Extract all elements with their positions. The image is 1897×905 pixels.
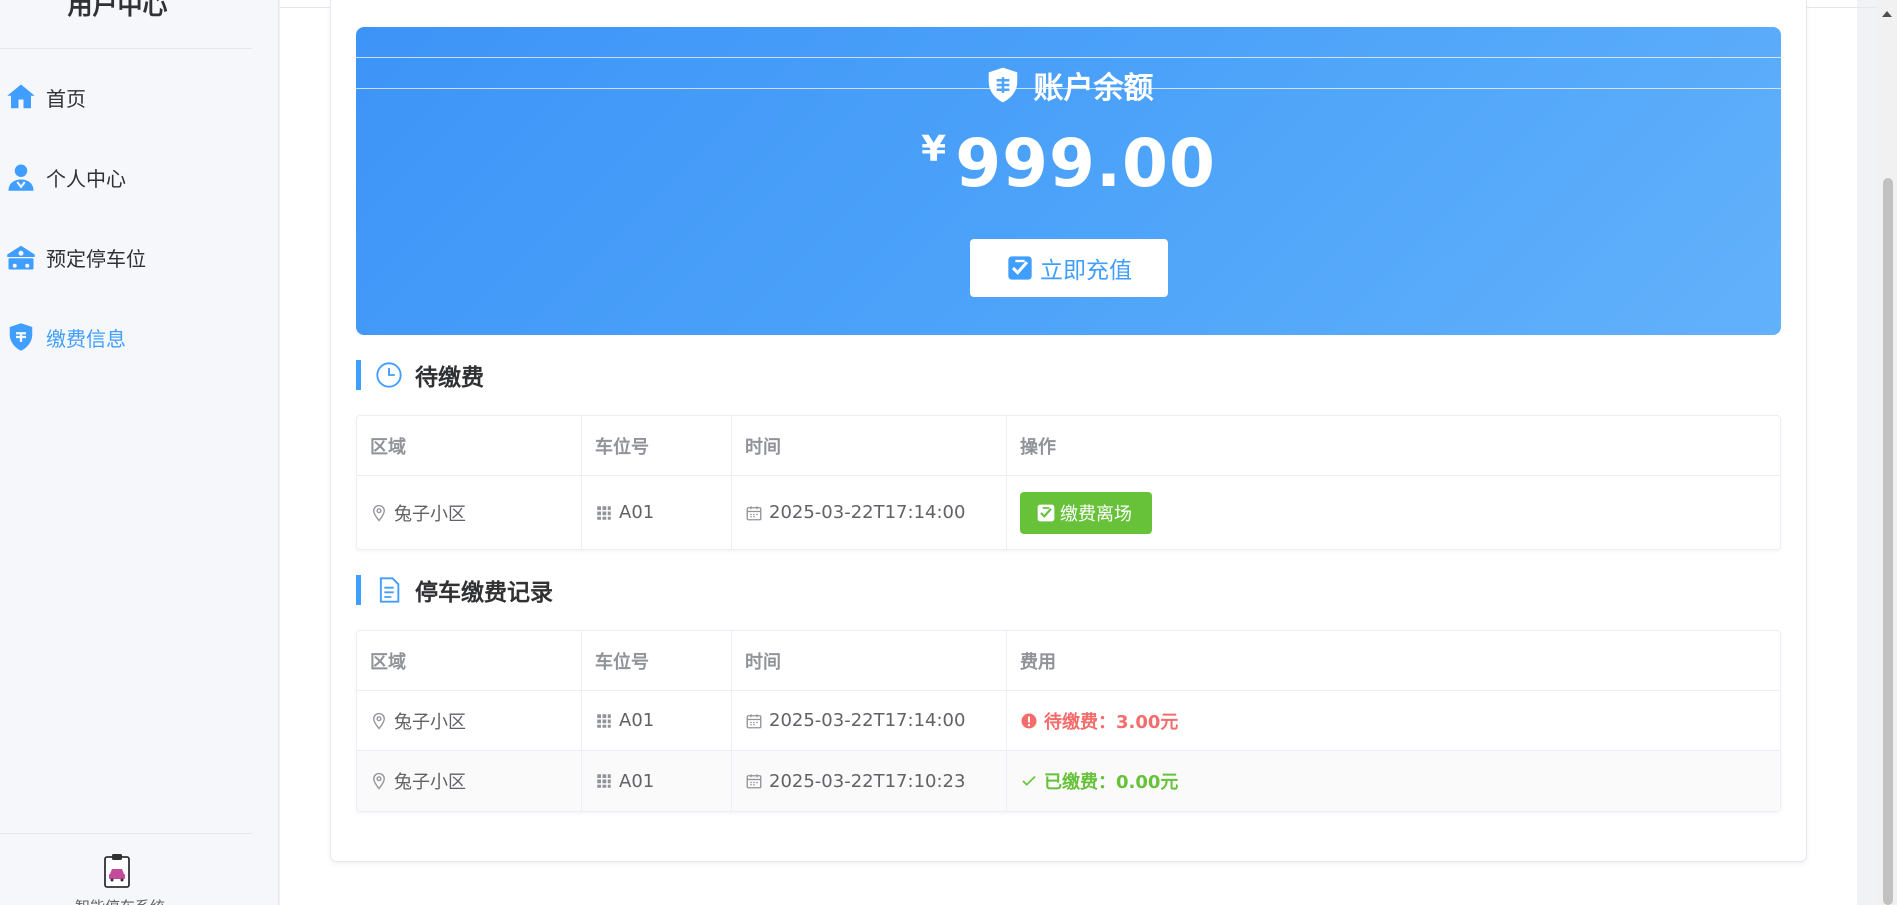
sidebar-item-label: 预定停车位 [46,246,146,271]
scroll-up-arrow-icon[interactable] [1880,5,1894,17]
space-cell: A01 [582,476,732,549]
grid-icon [597,774,611,788]
location-icon [373,772,385,790]
location-icon [373,504,385,522]
checkbox-icon [1008,256,1032,280]
warning-circle-icon [1021,713,1037,728]
scrollbar-thumb[interactable] [1883,178,1893,905]
time-text: 2025-03-22T17:14:00 [769,710,966,731]
column-header: 时间 [732,416,1007,475]
sidebar-item-profile[interactable]: 个人中心 [0,137,279,217]
time-text: 2025-03-22T17:14:00 [769,502,966,523]
sidebar-divider [0,48,252,49]
grid-icon [597,505,611,520]
calendar-icon [746,713,762,728]
clock-icon [376,362,402,388]
document-icon [379,577,400,603]
fee-status: 待缴费：3.00元 [1020,708,1178,734]
space-cell: A01 [582,691,732,750]
area-text: 兔子小区 [394,772,466,793]
sidebar-divider [0,833,252,834]
area-cell: 兔子小区 [357,751,582,811]
balance-amount: ¥999.00 [356,125,1781,202]
area-cell: 兔子小区 [357,476,582,549]
action-cell: 缴费离场 [1007,476,1780,549]
section-accent-bar [356,360,361,390]
section-title-text: 待缴费 [415,365,484,391]
column-header: 车位号 [582,631,732,690]
table-header-row: 区域 车位号 时间 操作 [357,416,1780,476]
balance-banner: 账户余额 ¥999.00 立即充值 [356,27,1781,335]
table-row: 兔子小区 A01 2025-03-22T17:14:00 缴费离场 [357,476,1780,549]
balance-value: 999.00 [955,125,1216,202]
clipboard-car-icon [100,853,134,889]
column-header: 区域 [357,416,582,475]
column-header: 车位号 [582,416,732,475]
calendar-icon [746,505,762,520]
recharge-button[interactable]: 立即充值 [970,239,1168,297]
pay-and-leave-button[interactable]: 缴费离场 [1020,491,1152,534]
fee-status: 已缴费：0.00元 [1020,768,1178,794]
fee-text: 待缴费：3.00元 [1044,711,1179,733]
guide-line [356,57,1781,58]
fee-cell: 待缴费：3.00元 [1007,691,1780,750]
column-header: 费用 [1020,651,1056,673]
pending-section-title: 待缴费 [356,360,484,391]
time-cell: 2025-03-22T17:14:00 [732,476,1007,549]
area-text: 兔子小区 [394,711,466,733]
check-icon [1022,775,1036,786]
user-icon [4,160,38,194]
recharge-label: 立即充值 [1040,258,1132,284]
main-content: 账户余额 ¥999.00 立即充值 待缴费 区域 车位号 时间 操作 兔子小区 [280,0,1897,905]
system-name: 智能停车系统 [30,896,210,905]
space-text: A01 [619,502,655,523]
pay-button-label: 缴费离场 [1060,503,1132,525]
sidebar-item-label: 个人中心 [46,166,126,191]
grid-icon [597,713,611,728]
area-cell: 兔子小区 [357,691,582,750]
balance-title: 账户余额 [1033,71,1154,106]
space-cell: A01 [582,751,732,811]
location-icon [373,712,385,730]
shield-icon [988,67,1017,103]
sidebar-menu: 首页 个人中心 预定停车位 缴费信息 [0,57,279,377]
sidebar-item-label: 缴费信息 [46,326,126,351]
fee-cell: 已缴费：0.00元 [1007,751,1780,811]
fee-text: 已缴费：0.00元 [1044,772,1179,793]
home-icon [4,80,38,114]
section-title-text: 停车缴费记录 [415,580,553,606]
sidebar-item-payment-info[interactable]: 缴费信息 [0,297,279,377]
records-table: 区域 车位号 时间 费用 兔子小区 A01 2025-03-22T17:14:0… [356,630,1781,812]
table-row: 兔子小区 A01 2025-03-22T17:10:23 已缴费：0.00元 [357,751,1780,811]
payment-shield-icon [4,320,38,354]
column-header: 区域 [357,631,582,690]
space-text: A01 [619,770,655,792]
sidebar-item-reserve-parking[interactable]: 预定停车位 [0,217,279,297]
table-row: 兔子小区 A01 2025-03-22T17:14:00 待缴费：3.00元 [357,691,1780,751]
sidebar-item-label: 首页 [46,86,86,111]
column-header: 时间 [732,631,1007,690]
space-text: A01 [619,710,655,731]
sidebar: 用户中心 首页 个人中心 预定停车位 缴费信息 [0,0,279,905]
section-accent-bar [356,575,361,605]
sidebar-title: 用户中心 [67,0,168,20]
time-cell: 2025-03-22T17:14:00 [732,691,1007,750]
records-section-title: 停车缴费记录 [356,575,553,606]
balance-header: 账户余额 [356,63,1781,107]
time-text: 2025-03-22T17:10:23 [769,770,966,792]
column-header: 操作 [1020,436,1056,458]
time-cell: 2025-03-22T17:10:23 [732,751,1007,811]
pending-table: 区域 车位号 时间 操作 兔子小区 A01 2025-03-22T17:14:0… [356,415,1781,550]
sidebar-item-home[interactable]: 首页 [0,57,279,137]
area-text: 兔子小区 [394,503,466,525]
table-header-row: 区域 车位号 时间 费用 [357,631,1780,691]
parking-icon [4,240,38,274]
currency-symbol: ¥ [921,129,948,170]
checkbox-icon [1037,504,1055,521]
calendar-icon [746,774,762,789]
